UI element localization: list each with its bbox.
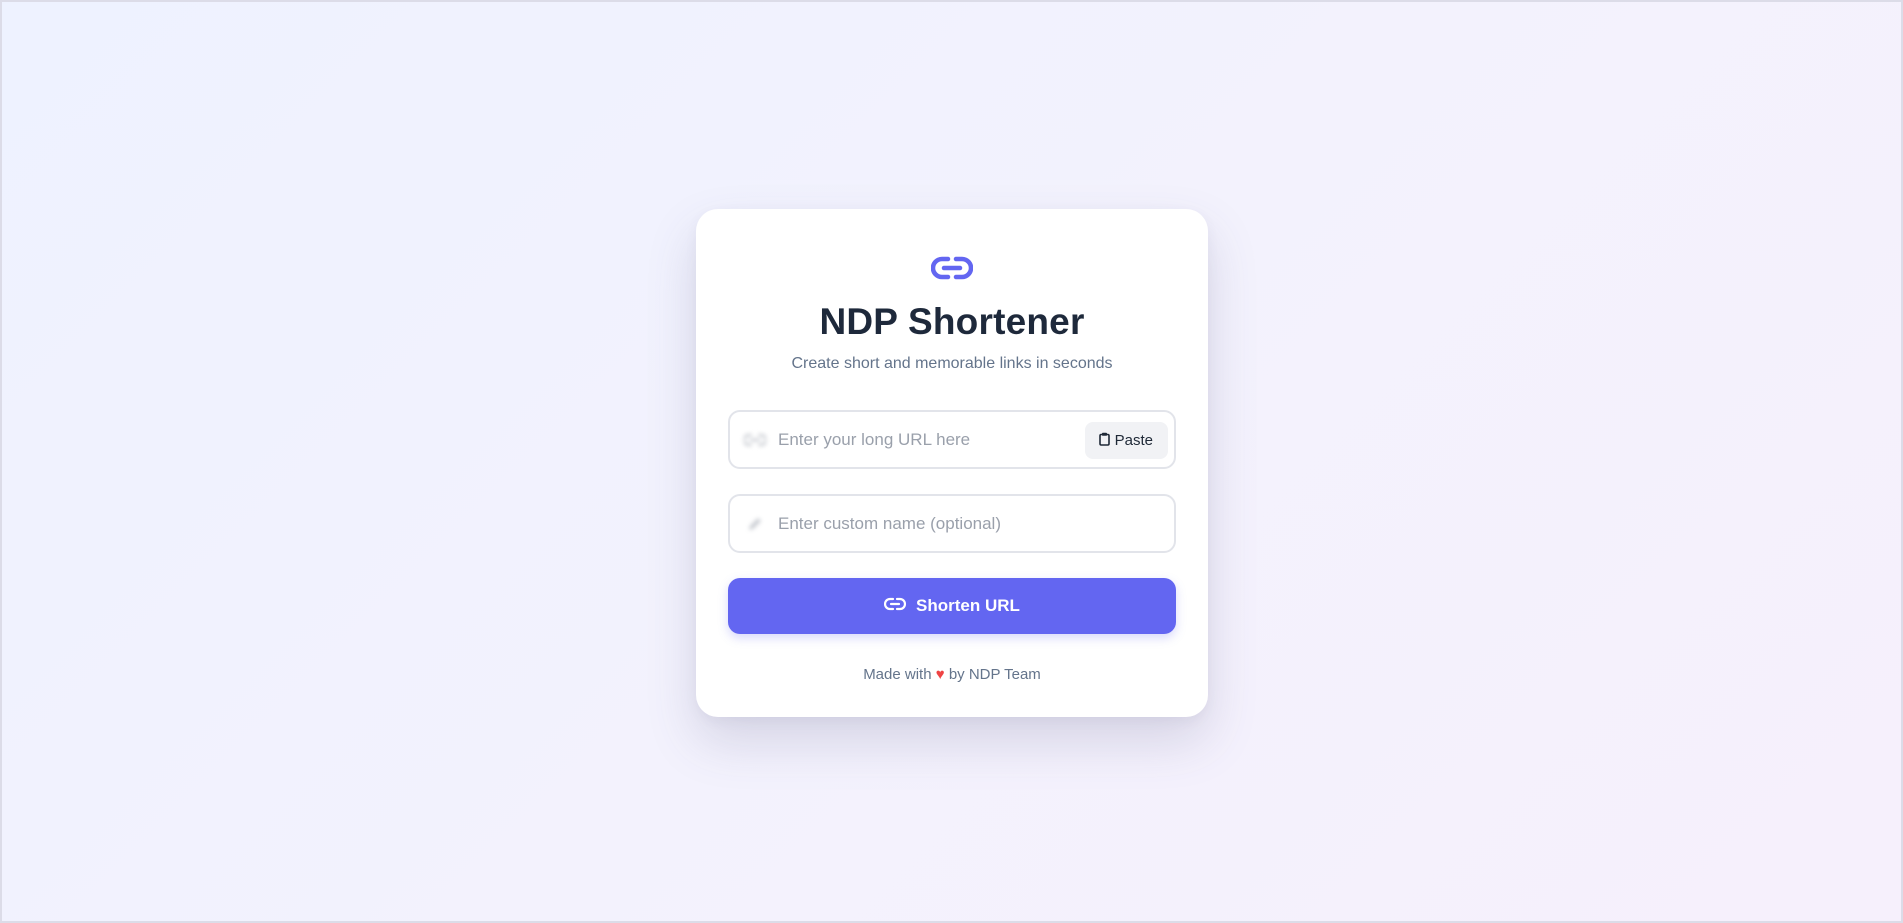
page-title: NDP Shortener <box>819 301 1085 342</box>
shortener-card: NDP Shortener Create short and memorable… <box>696 209 1208 717</box>
custom-name-input[interactable] <box>778 496 1158 551</box>
custom-name-field[interactable] <box>728 494 1176 553</box>
url-field[interactable]: Paste <box>728 410 1176 469</box>
pencil-icon <box>744 517 766 531</box>
shorten-url-button[interactable]: Shorten URL <box>728 578 1176 634</box>
link-icon <box>744 433 766 447</box>
heart-icon: ♥ <box>935 666 945 683</box>
link-icon <box>884 596 907 616</box>
footer-credit: Made with ♥ by NDP Team <box>696 666 1208 683</box>
page-subtitle: Create short and memorable links in seco… <box>791 355 1113 372</box>
url-input[interactable] <box>778 412 1068 467</box>
footer-text-after: by NDP Team <box>948 666 1041 683</box>
clipboard-icon <box>1098 432 1110 450</box>
paste-button-label: Paste <box>1114 432 1153 449</box>
link-icon <box>931 253 973 283</box>
paste-button[interactable]: Paste <box>1084 422 1168 459</box>
shorten-url-button-label: Shorten URL <box>916 596 1020 615</box>
footer-text-before: Made with <box>863 666 932 683</box>
